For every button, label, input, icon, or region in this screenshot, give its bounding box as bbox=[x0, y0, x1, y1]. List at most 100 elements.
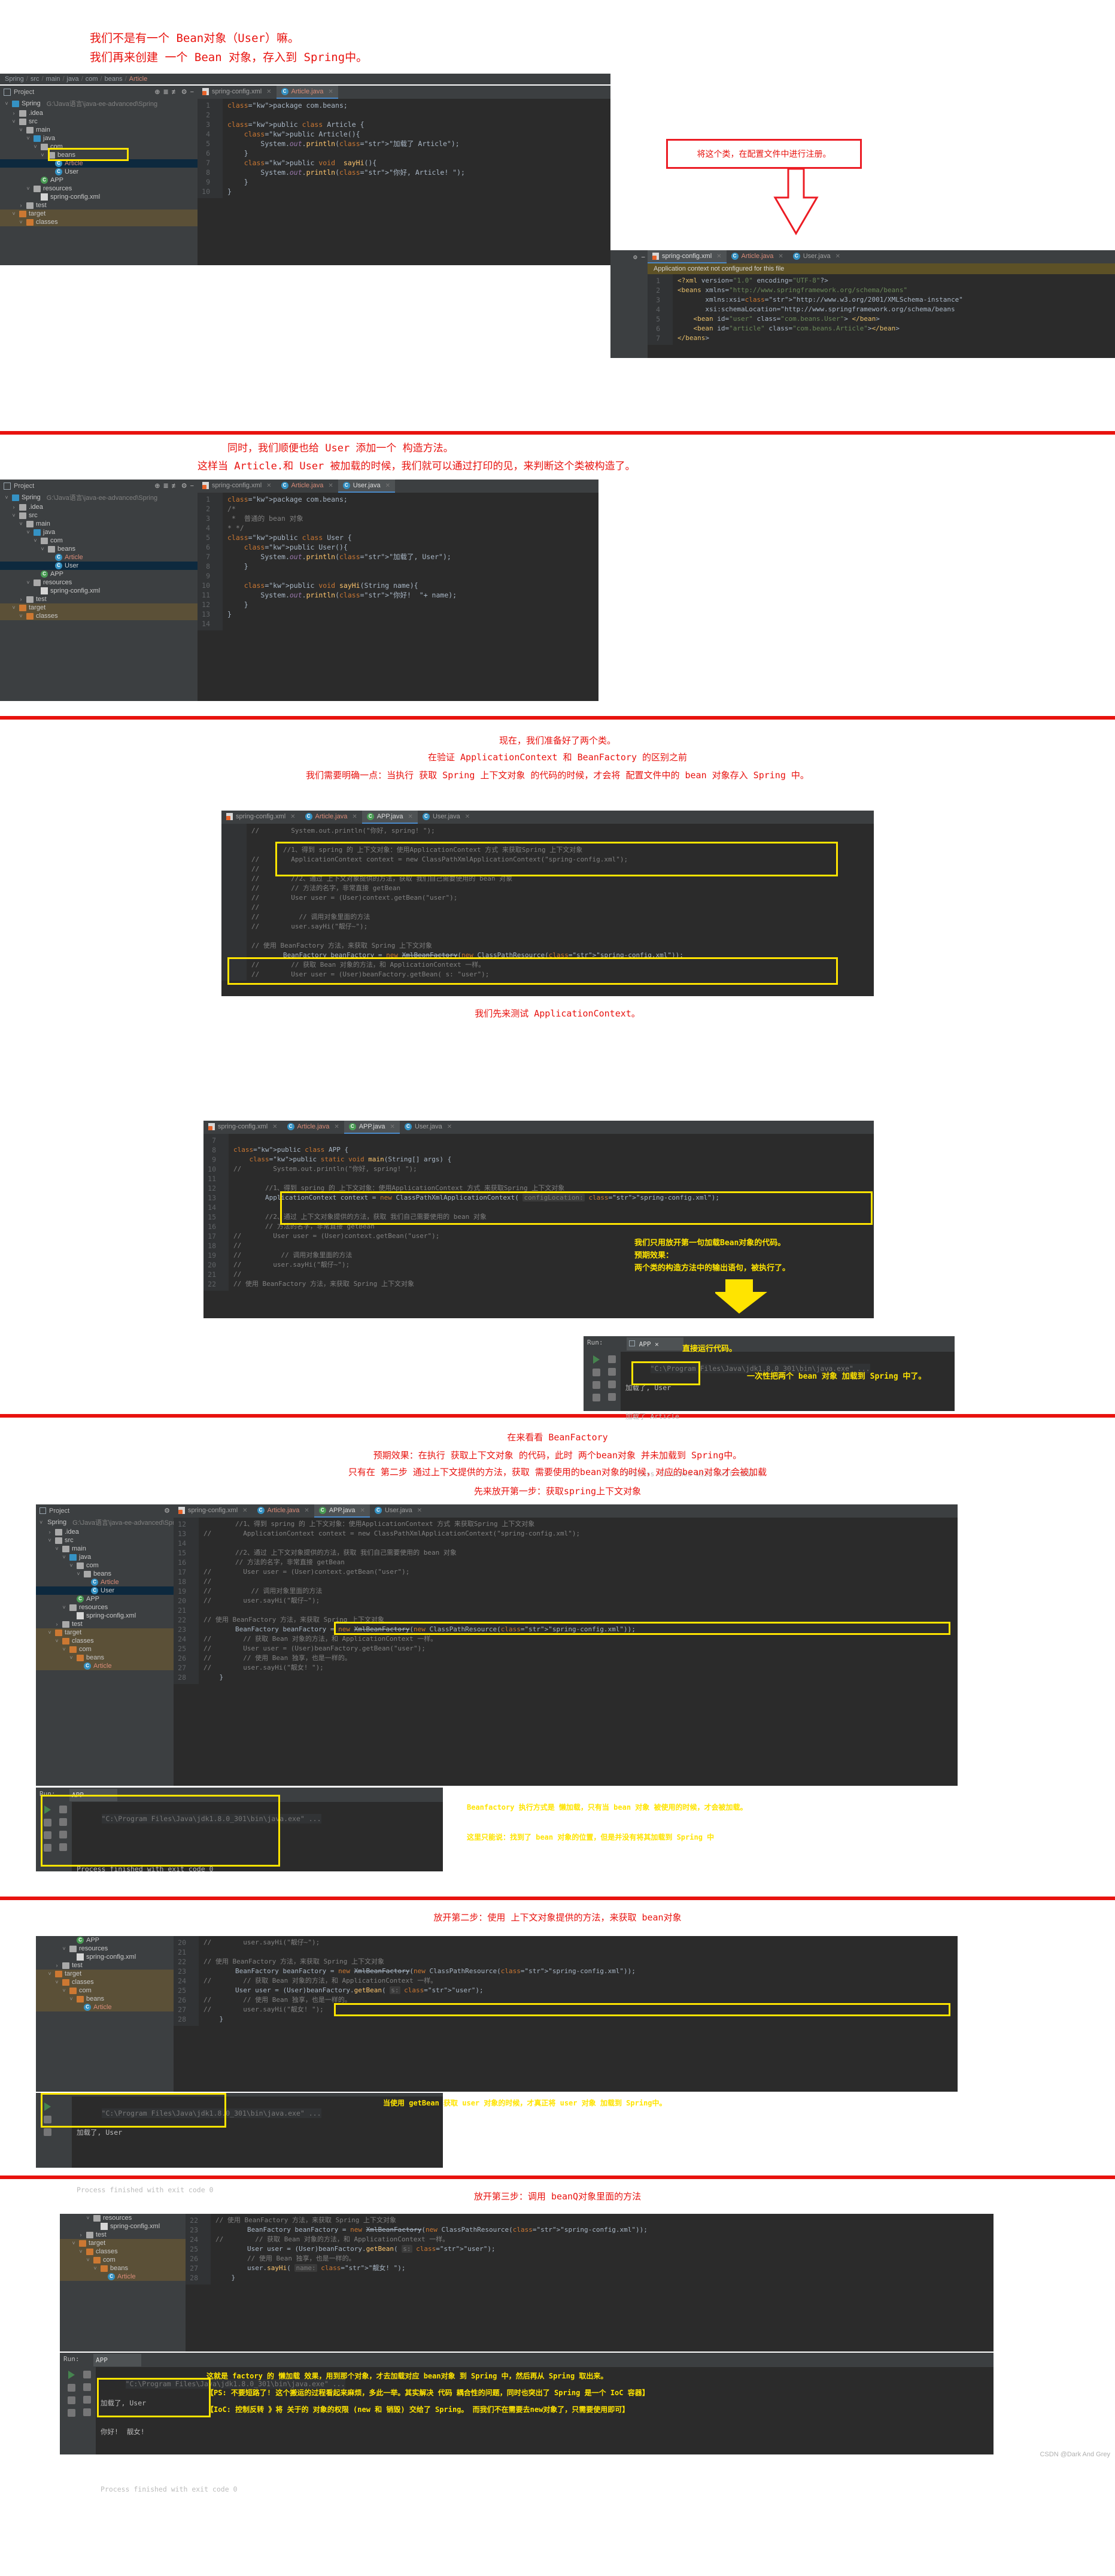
breadcrumb-item[interactable]: java bbox=[67, 75, 79, 83]
breadcrumb-item[interactable]: Spring bbox=[5, 75, 24, 83]
tree-row[interactable]: spring-config.xml bbox=[0, 193, 198, 201]
chevron-down-icon[interactable]: ˅ bbox=[11, 605, 17, 611]
source-text[interactable]: class="kw">package com.beans; class="kw"… bbox=[223, 99, 610, 198]
code-line[interactable]: //2、通过 上下文对象提供的方法，获取 我们自己需要使用的 bean 对象 bbox=[233, 1212, 874, 1222]
project-tree[interactable]: Project ⚙ ˅ Spring G:\Java语言\java-ee-advan… bbox=[36, 1504, 183, 1786]
tree-row[interactable]: ˅ beans bbox=[36, 1570, 174, 1578]
code-line[interactable]: <bean id="user" class="com.beans.User"> … bbox=[677, 314, 1115, 324]
code-line[interactable]: xsi:schemaLocation="http://www.springfra… bbox=[677, 305, 1115, 314]
run-config-tab[interactable]: APP bbox=[69, 1789, 117, 1801]
run-toolbar-rail-2[interactable] bbox=[55, 1802, 71, 1851]
close-icon[interactable]: ✕ bbox=[778, 253, 783, 260]
scroll-end-icon[interactable] bbox=[83, 2396, 91, 2404]
code-line[interactable]: // 使用 BeanFactory 方法，来获取 Spring 上下文对象 bbox=[233, 1279, 874, 1289]
code-line[interactable]: // // 获取 Bean 对象的方法，和 ApplicationContext… bbox=[203, 1976, 958, 1986]
editor-tab[interactable]: spring-config.xml ✕ bbox=[648, 250, 727, 263]
editor-tab[interactable]: spring-config.xml ✕ bbox=[174, 1504, 253, 1518]
chevron-down-icon[interactable]: ˅ bbox=[71, 2240, 77, 2246]
code-line[interactable]: user.sayHi( name: class="str">"靓女! "); bbox=[215, 2264, 994, 2273]
close-icon[interactable]: ✕ bbox=[328, 89, 333, 95]
chevron-down-icon[interactable]: ˅ bbox=[18, 219, 24, 225]
breadcrumb-item[interactable]: beans bbox=[105, 75, 123, 83]
code-line[interactable]: class="kw">package com.beans; bbox=[227, 101, 610, 110]
chevron-down-icon[interactable]: ˅ bbox=[92, 2265, 98, 2271]
close-icon[interactable]: ✕ bbox=[290, 814, 295, 820]
code-line[interactable]: BeanFactory beanFactory = new XmlBeanFac… bbox=[203, 1967, 958, 1976]
tree-row[interactable]: ˅ target bbox=[0, 603, 198, 612]
close-icon[interactable]: ✕ bbox=[266, 89, 271, 95]
close-icon[interactable]: ✕ bbox=[408, 814, 413, 820]
tree-row[interactable]: ˅ beans bbox=[36, 1995, 174, 2003]
editor-tab[interactable]: C Article.java ✕ bbox=[253, 1504, 314, 1518]
print-icon[interactable] bbox=[83, 2408, 91, 2416]
editor-tab[interactable]: C User.java ✕ bbox=[788, 250, 845, 263]
code-line[interactable]: class="kw">public class User { bbox=[227, 533, 598, 542]
tree-row[interactable]: ˅ resources bbox=[0, 184, 198, 193]
close-icon[interactable]: ✕ bbox=[655, 1340, 659, 1348]
code-line[interactable]: // User user = (User)beanFactory.getBean… bbox=[251, 969, 874, 979]
chevron-right-icon[interactable]: › bbox=[11, 110, 17, 116]
tree-row[interactable]: ˅ beans bbox=[60, 2264, 186, 2272]
tree-row[interactable]: ˅ src bbox=[0, 511, 198, 520]
code-line[interactable]: <beans xmlns="http://www.springframework… bbox=[677, 286, 1115, 295]
project-tree[interactable]: Project ⊕ ≣ ≢ ⚙ − ˅ Spring G:\Java语言\java-… bbox=[0, 480, 198, 701]
chevron-down-icon[interactable]: ˅ bbox=[61, 1604, 67, 1610]
code-line[interactable]: class="kw">public static void main(Strin… bbox=[233, 1155, 874, 1164]
fold-column[interactable] bbox=[219, 1134, 229, 1291]
gear-icon[interactable]: ⚙ bbox=[633, 253, 637, 261]
fold-column[interactable] bbox=[189, 1936, 199, 2026]
project-tree[interactable]: Project ⊕ ≣ ≢ ⚙ − ˅ Spring G:\Java语言\java-… bbox=[0, 86, 198, 265]
code-line[interactable] bbox=[251, 931, 874, 940]
chevron-down-icon[interactable]: ˅ bbox=[68, 1996, 74, 2002]
editor-code-article[interactable]: 1 2 3 4 5 6 7 8 9 10 class="kw">package com.beans… bbox=[198, 99, 610, 198]
project-tree-rows[interactable]: ˅ resources spring-config.xml › test ˅ target ˅… bbox=[60, 2214, 186, 2281]
close-icon[interactable]: ✕ bbox=[352, 814, 357, 820]
scroll-end-icon[interactable] bbox=[59, 1843, 67, 1851]
editor-code-app[interactable]: // System.out.println("你好, spring! "); /… bbox=[221, 824, 874, 981]
source-text[interactable]: // 使用 BeanFactory 方法，来获取 Spring 上下文对象 Be… bbox=[211, 2214, 994, 2284]
tree-row[interactable]: spring-config.xml bbox=[60, 2222, 186, 2231]
tree-row[interactable]: ˅ target bbox=[36, 1970, 174, 1978]
code-line[interactable]: <bean id="article" class="com.beans.Arti… bbox=[677, 324, 1115, 333]
code-line[interactable]: } bbox=[203, 1673, 958, 1682]
tree-row[interactable]: ˅ main bbox=[0, 520, 198, 528]
tree-row[interactable]: C Article bbox=[0, 553, 198, 562]
code-line[interactable]: // 方法的名字，非常直接 getBean bbox=[233, 1222, 874, 1231]
camera-icon[interactable] bbox=[43, 1844, 51, 1852]
chevron-down-icon[interactable]: ˅ bbox=[61, 1946, 67, 1952]
tree-row[interactable]: ˅ com bbox=[36, 1986, 174, 1995]
editor-tab[interactable]: C User.java ✕ bbox=[370, 1504, 427, 1518]
wrench-icon[interactable] bbox=[592, 1369, 600, 1376]
chevron-right-icon[interactable]: › bbox=[18, 202, 24, 208]
tree-row[interactable]: ˅ main bbox=[36, 1545, 174, 1553]
code-line[interactable]: // User user = (User)beanFactory.getBean… bbox=[203, 1644, 958, 1653]
run-toolbar-rail-2[interactable] bbox=[79, 2367, 95, 2416]
code-line[interactable]: //1、得到 spring 的 上下文对象：使用ApplicationConte… bbox=[203, 1519, 958, 1529]
chevron-down-icon[interactable]: ˅ bbox=[54, 1638, 60, 1644]
tree-row[interactable]: ˅ com bbox=[36, 1561, 174, 1570]
tree-row[interactable]: C APP bbox=[36, 1936, 174, 1944]
tree-row[interactable]: ˅ src bbox=[36, 1536, 174, 1545]
tree-row[interactable]: ˅ Spring G:\Java语言\java-ee-advanced\Spring bbox=[36, 1517, 183, 1528]
fold-column[interactable] bbox=[213, 493, 223, 630]
xml-editor-tabs[interactable]: spring-config.xml ✕ C Article.java ✕ C User.ja… bbox=[648, 250, 1115, 263]
tree-row[interactable]: C Article bbox=[36, 1662, 174, 1670]
close-icon[interactable]: ✕ bbox=[266, 483, 271, 489]
code-line[interactable]: // // 获取 Bean 对象的方法，和 ApplicationContext… bbox=[203, 1634, 958, 1644]
chevron-right-icon[interactable]: › bbox=[54, 1621, 60, 1627]
minimize-icon[interactable]: − bbox=[641, 253, 645, 261]
code-line[interactable]: // 方法的名字，非常直接 getBean bbox=[203, 1558, 958, 1567]
tree-row[interactable]: ˅ classes bbox=[60, 2247, 186, 2256]
fold-column[interactable] bbox=[663, 274, 673, 345]
chevron-right-icon[interactable]: › bbox=[18, 596, 24, 602]
editor-tab[interactable]: C User.java ✕ bbox=[418, 811, 475, 824]
tree-row[interactable]: ˅ resources bbox=[36, 1944, 174, 1953]
editor-code-getbean[interactable]: 20 21 22 23 24 25 26 27 28 // user.sayHi("靓仔~");… bbox=[174, 1936, 958, 2026]
tree-row[interactable]: ˅ resources bbox=[36, 1603, 174, 1612]
tree-row[interactable]: › test bbox=[36, 1961, 174, 1970]
scroll-end-icon[interactable] bbox=[607, 1393, 616, 1401]
code-line[interactable]: // User user = (User)context.getBean("us… bbox=[251, 893, 874, 902]
code-line[interactable] bbox=[227, 110, 610, 120]
chevron-down-icon[interactable]: ˅ bbox=[25, 579, 31, 585]
tree-row[interactable]: C APP bbox=[0, 176, 198, 184]
